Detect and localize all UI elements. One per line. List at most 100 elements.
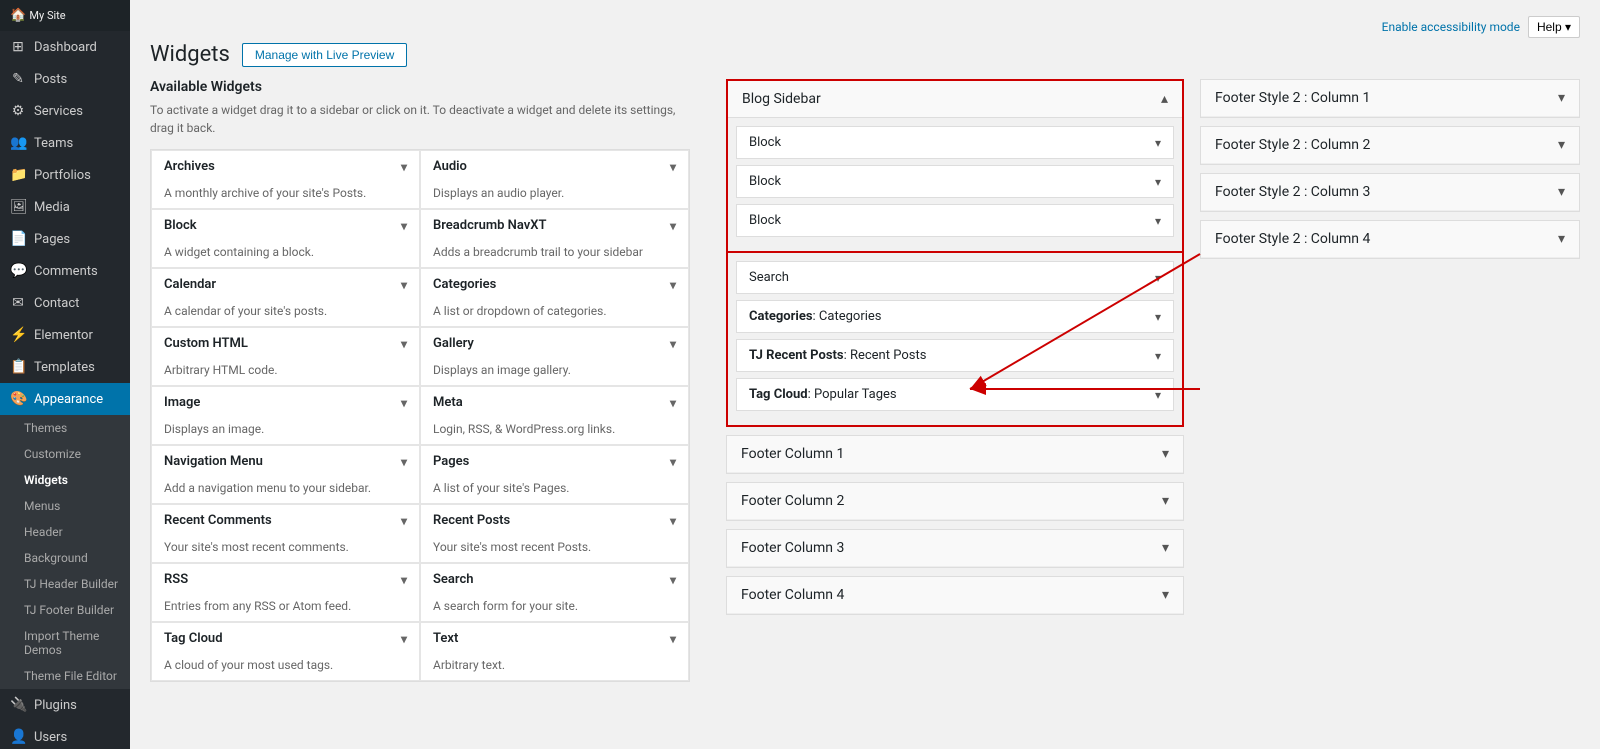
widget-item-custom-html[interactable]: Custom HTML ▾ Arbitrary HTML code. (151, 327, 420, 386)
chevron-down-icon: ▾ (1558, 231, 1565, 247)
widget-item-recent-posts[interactable]: Recent Posts ▾ Your site's most recent P… (420, 504, 689, 563)
widget-item-search[interactable]: Search ▾ A search form for your site. (420, 563, 689, 622)
sidebar-item-label: Teams (34, 136, 73, 151)
widget-name: Meta (433, 395, 463, 410)
footer-style2-col4-header[interactable]: Footer Style 2 : Column 4 ▾ (1201, 221, 1579, 258)
widget-name: RSS (164, 572, 188, 587)
blog-widget-categories[interactable]: Categories: Categories ▾ (736, 300, 1174, 333)
accessibility-link[interactable]: Enable accessibility mode (1382, 20, 1520, 34)
footer-style2-col2-header[interactable]: Footer Style 2 : Column 2 ▾ (1201, 127, 1579, 164)
widget-desc: Arbitrary HTML code. (152, 359, 419, 385)
widget-item-categories[interactable]: Categories ▾ A list or dropdown of categ… (420, 268, 689, 327)
blog-widget-search[interactable]: Search ▾ (736, 261, 1174, 294)
blog-widget-block-2[interactable]: Block ▾ (736, 165, 1174, 198)
widget-item-gallery[interactable]: Gallery ▾ Displays an image gallery. (420, 327, 689, 386)
footer-column-4-header[interactable]: Footer Column 4 ▾ (727, 577, 1183, 614)
app-container: 🏠 My Site ⊞ Dashboard ✎ Posts ⚙ Services… (0, 0, 1600, 749)
submenu-themes[interactable]: Themes (0, 415, 130, 441)
sidebar-item-contact[interactable]: ✉ Contact (0, 287, 130, 319)
submenu-tj-header-builder[interactable]: TJ Header Builder (0, 571, 130, 597)
widget-desc: Displays an audio player. (421, 182, 688, 208)
footer-column-2-title: Footer Column 2 (741, 493, 844, 509)
footer-style2-col1-header[interactable]: Footer Style 2 : Column 1 ▾ (1201, 80, 1579, 117)
widget-item-recent-comments[interactable]: Recent Comments ▾ Your site's most recen… (151, 504, 420, 563)
sidebar-item-media[interactable]: 🖼 Media (0, 191, 130, 223)
widget-desc: Displays an image. (152, 418, 419, 444)
widget-desc: Your site's most recent Posts. (421, 536, 688, 562)
available-widgets-heading: Available Widgets (150, 79, 710, 95)
available-widgets-section: Available Widgets To activate a widget d… (150, 79, 710, 682)
sidebar-item-appearance[interactable]: 🎨 Appearance (0, 383, 130, 415)
widget-item-block[interactable]: Block ▾ A widget containing a block. (151, 209, 420, 268)
manage-live-preview-button[interactable]: Manage with Live Preview (242, 43, 407, 67)
footer-style2-col2-panel: Footer Style 2 : Column 2 ▾ (1200, 126, 1580, 165)
blog-widget-block-1[interactable]: Block ▾ (736, 126, 1174, 159)
blog-widget-tag-cloud[interactable]: Tag Cloud: Popular Tages ▾ (736, 378, 1174, 411)
footer-style2-col4-title: Footer Style 2 : Column 4 (1215, 231, 1370, 247)
sidebar-item-portfolios[interactable]: 📁 Portfolios (0, 159, 130, 191)
blog-widget-name: Block (749, 135, 781, 150)
sidebar-item-label: Contact (34, 296, 79, 311)
widget-name: Calendar (164, 277, 216, 292)
submenu-background[interactable]: Background (0, 545, 130, 571)
footer-style2-col3-header[interactable]: Footer Style 2 : Column 3 ▾ (1201, 174, 1579, 211)
submenu-customize[interactable]: Customize (0, 441, 130, 467)
comments-icon: 💬 (10, 263, 26, 279)
submenu-menus[interactable]: Menus (0, 493, 130, 519)
footer-column-1-header[interactable]: Footer Column 1 ▾ (727, 436, 1183, 473)
appearance-submenu: Themes Customize Widgets Menus Header Ba… (0, 415, 130, 689)
services-icon: ⚙ (10, 103, 26, 119)
footer-style2-col2-title: Footer Style 2 : Column 2 (1215, 137, 1370, 153)
footer-column-4-panel: Footer Column 4 ▾ (726, 576, 1184, 615)
sidebar-item-templates[interactable]: 📋 Templates (0, 351, 130, 383)
blog-sidebar-header[interactable]: Blog Sidebar ▴ (728, 81, 1182, 118)
chevron-down-icon: ▾ (670, 337, 676, 351)
submenu-widgets[interactable]: Widgets (0, 467, 130, 493)
sidebar-item-comments[interactable]: 💬 Comments (0, 255, 130, 287)
sidebar-item-posts[interactable]: ✎ Posts (0, 63, 130, 95)
widget-name: Archives (164, 159, 215, 174)
sidebar-item-services[interactable]: ⚙ Services (0, 95, 130, 127)
widget-item-rss[interactable]: RSS ▾ Entries from any RSS or Atom feed. (151, 563, 420, 622)
submenu-header[interactable]: Header (0, 519, 130, 545)
widget-item-text[interactable]: Text ▾ Arbitrary text. (420, 622, 689, 681)
widget-item-calendar[interactable]: Calendar ▾ A calendar of your site's pos… (151, 268, 420, 327)
media-icon: 🖼 (10, 199, 26, 215)
sidebar-item-pages[interactable]: 📄 Pages (0, 223, 130, 255)
chevron-down-icon: ▾ (401, 573, 407, 587)
widget-item-audio[interactable]: Audio ▾ Displays an audio player. (420, 150, 689, 209)
footer-style2-col4-panel: Footer Style 2 : Column 4 ▾ (1200, 220, 1580, 259)
blog-widget-name: TJ Recent Posts: Recent Posts (749, 348, 926, 363)
elementor-icon: ⚡ (10, 327, 26, 343)
widget-desc: A widget containing a block. (152, 241, 419, 267)
sidebar-item-plugins[interactable]: 🔌 Plugins (0, 689, 130, 721)
widget-item-image[interactable]: Image ▾ Displays an image. (151, 386, 420, 445)
footer-column-2-header[interactable]: Footer Column 2 ▾ (727, 483, 1183, 520)
chevron-down-icon: ▾ (670, 278, 676, 292)
sidebar-item-label: Comments (34, 264, 98, 279)
help-button[interactable]: Help ▾ (1528, 16, 1580, 38)
footer-column-3-header[interactable]: Footer Column 3 ▾ (727, 530, 1183, 567)
submenu-import-theme-demos[interactable]: Import Theme Demos (0, 623, 130, 663)
widget-item-tag-cloud[interactable]: Tag Cloud ▾ A cloud of your most used ta… (151, 622, 420, 681)
submenu-tj-footer-builder[interactable]: TJ Footer Builder (0, 597, 130, 623)
widget-item-navigation-menu[interactable]: Navigation Menu ▾ Add a navigation menu … (151, 445, 420, 504)
templates-icon: 📋 (10, 359, 26, 375)
sidebar-item-dashboard[interactable]: ⊞ Dashboard (0, 31, 130, 63)
sidebar-item-label: Users (34, 730, 67, 745)
sidebar-item-elementor[interactable]: ⚡ Elementor (0, 319, 130, 351)
chevron-down-icon: ▾ (1155, 136, 1161, 150)
footer-column-3-panel: Footer Column 3 ▾ (726, 529, 1184, 568)
widget-item-breadcrumb[interactable]: Breadcrumb NavXT ▾ Adds a breadcrumb tra… (420, 209, 689, 268)
blog-widget-block-3[interactable]: Block ▾ (736, 204, 1174, 237)
submenu-theme-file-editor[interactable]: Theme File Editor (0, 663, 130, 689)
widget-item-pages[interactable]: Pages ▾ A list of your site's Pages. (420, 445, 689, 504)
widget-item-meta[interactable]: Meta ▾ Login, RSS, & WordPress.org links… (420, 386, 689, 445)
widget-item-archives[interactable]: Archives ▾ A monthly archive of your sit… (151, 150, 420, 209)
chevron-down-icon: ▾ (670, 396, 676, 410)
sidebar-item-teams[interactable]: 👥 Teams (0, 127, 130, 159)
sidebar-item-label: Pages (34, 232, 70, 247)
blog-widget-tj-recent-posts[interactable]: TJ Recent Posts: Recent Posts ▾ (736, 339, 1174, 372)
widget-desc: A calendar of your site's posts. (152, 300, 419, 326)
sidebar-item-users[interactable]: 👤 Users (0, 721, 130, 749)
